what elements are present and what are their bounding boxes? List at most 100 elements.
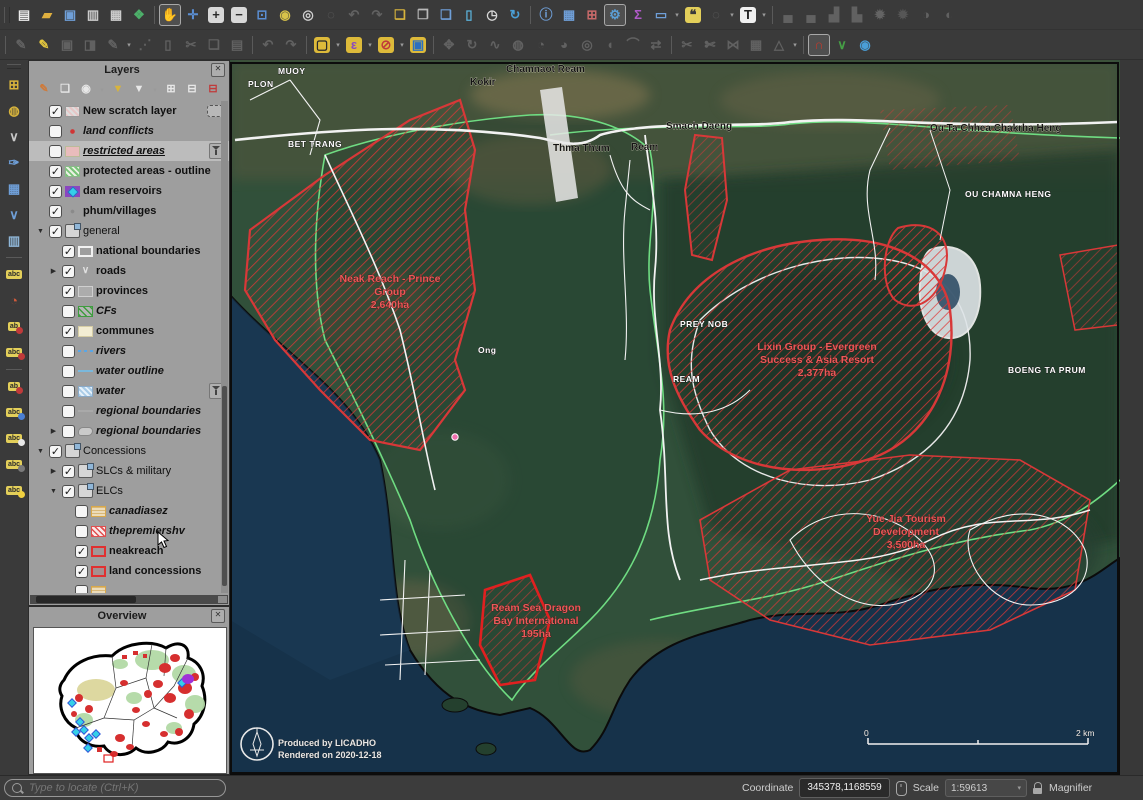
overview-panel-close-icon[interactable]: ✕ [211, 609, 225, 623]
processing-toolbox-button[interactable]: ⚙ [604, 4, 626, 26]
advanced-digitizing-button-dropdown[interactable]: ▾ [125, 34, 133, 56]
new-bookmark-button[interactable]: ❏ [389, 4, 411, 26]
open-layer-styling-button[interactable]: ✎ [35, 81, 53, 99]
layer-row[interactable]: ✓New scratch layer [29, 101, 229, 121]
locator-box[interactable] [4, 779, 226, 797]
expander-icon[interactable]: ▼ [35, 448, 46, 455]
layers-horizontal-scrollbar[interactable] [30, 595, 228, 604]
zoom-full-button[interactable]: ⊡ [251, 4, 273, 26]
select-features-button[interactable]: ▢ [311, 34, 333, 56]
measure-button[interactable]: ▭ [650, 4, 672, 26]
select-by-value-button[interactable]: ▣ [407, 34, 429, 56]
zoom-to-layer-button[interactable]: ◎ [297, 4, 319, 26]
layer-visibility-checkbox[interactable]: ✓ [62, 485, 75, 498]
layer-visibility-checkbox[interactable]: ✓ [62, 265, 75, 278]
scale-combobox[interactable]: 1:59613 ▾ [945, 779, 1027, 797]
layer-visibility-checkbox[interactable]: ✓ [75, 545, 88, 558]
new-mesh-layer-button[interactable]: ▦ [2, 177, 26, 200]
layer-group-row[interactable]: ▼✓Concessions [29, 441, 229, 461]
locator-input[interactable] [27, 781, 201, 795]
layer-visibility-checkbox[interactable] [49, 125, 62, 138]
db-manager-button[interactable]: ▥ [2, 229, 26, 252]
vertex-tool-button[interactable]: ∨ [831, 34, 853, 56]
geocoder-button-dropdown[interactable]: ▾ [728, 4, 736, 26]
layers-hscroll-button[interactable] [218, 596, 227, 603]
change-label-button[interactable]: abc [2, 479, 26, 502]
expander-icon[interactable]: ▶ [48, 427, 59, 435]
layer-visibility-checkbox[interactable]: ✓ [49, 165, 62, 178]
layer-visibility-checkbox[interactable]: ✓ [62, 465, 75, 478]
layer-visibility-checkbox[interactable]: ✓ [49, 185, 62, 198]
layer-row[interactable]: water outline [29, 361, 229, 381]
layer-visibility-checkbox[interactable] [75, 505, 88, 518]
layer-visibility-checkbox[interactable] [62, 305, 75, 318]
zoom-to-selection-button[interactable]: ◉ [274, 4, 296, 26]
layer-visibility-checkbox[interactable] [49, 145, 62, 158]
layer-row[interactable]: CFs [29, 301, 229, 321]
refresh-map-button[interactable]: ↻ [504, 4, 526, 26]
field-calculator-button[interactable]: ⊞ [581, 4, 603, 26]
layer-row[interactable]: restricted areas [29, 141, 229, 161]
eye-tool-button[interactable]: ◉ [854, 34, 876, 56]
open-project-button[interactable]: ▰ [36, 4, 58, 26]
pin-unpin-labels-button[interactable]: ab [2, 375, 26, 398]
layers-panel-close-icon[interactable]: ✕ [211, 63, 225, 77]
select-by-expression-button[interactable]: ε [343, 34, 365, 56]
layer-row[interactable]: regional boundaries [29, 401, 229, 421]
identify-features-button[interactable]: ⓘ [535, 4, 557, 26]
manage-map-themes-button[interactable]: ◉ [77, 81, 95, 99]
layer-row[interactable]: ✓neakreach [29, 541, 229, 561]
expander-icon[interactable]: ▼ [48, 488, 59, 495]
new-geopackage-layer-button[interactable]: ✑ [2, 151, 26, 174]
pan-map-button[interactable]: ✋ [159, 4, 181, 26]
layer-labeling-options-button[interactable]: abc [2, 263, 26, 286]
layer-group-row[interactable]: ▼✓general [29, 221, 229, 241]
measure-button-dropdown[interactable]: ▾ [673, 4, 681, 26]
coordinate-value[interactable]: 345378,1168559 [799, 778, 889, 798]
new-map-view-button[interactable]: ❑ [435, 4, 457, 26]
layer-group-row[interactable]: ▶✓SLCs & military [29, 461, 229, 481]
deselect-all-button[interactable]: ⊘ [375, 34, 397, 56]
data-source-manager-button[interactable]: ⊞ [2, 73, 26, 96]
rotate-label-button[interactable]: abc [2, 453, 26, 476]
layer-diagram-options-button[interactable]: ◔ [2, 289, 26, 312]
layer-visibility-checkbox[interactable] [62, 345, 75, 358]
new-project-button[interactable]: ▤ [13, 4, 35, 26]
bookmark-manager-button[interactable]: ▯ [458, 4, 480, 26]
filter-by-expression-button-dropdown[interactable]: ▾ [151, 79, 159, 101]
show-bookmarks-button[interactable]: ❐ [412, 4, 434, 26]
layer-row[interactable]: thepremiershv [29, 521, 229, 541]
remove-layer-button[interactable]: ⊟ [204, 81, 222, 99]
layer-row[interactable]: water [29, 381, 229, 401]
layer-visibility-checkbox[interactable] [62, 365, 75, 378]
text-annotation-button[interactable]: T [737, 4, 759, 26]
layer-visibility-checkbox[interactable] [62, 385, 75, 398]
add-group-button[interactable]: ❏ [56, 81, 74, 99]
layer-row[interactable]: ✓protected areas - outline [29, 161, 229, 181]
mouse-extents-toggle-icon[interactable] [896, 781, 907, 796]
layer-visibility-checkbox[interactable]: ✓ [49, 225, 62, 238]
deselect-all-button-dropdown[interactable]: ▾ [398, 34, 406, 56]
layer-visibility-checkbox[interactable] [75, 585, 88, 594]
layer-row[interactable]: ✓land concessions [29, 561, 229, 581]
new-shapefile-layer-button[interactable]: ∨ [2, 125, 26, 148]
toggle-editing-button[interactable]: ✎ [33, 34, 55, 56]
layer-row[interactable]: ✓dam reservoirs [29, 181, 229, 201]
temporal-controller-button[interactable]: ◷ [481, 4, 503, 26]
layer-row[interactable]: ✓communes [29, 321, 229, 341]
expander-icon[interactable]: ▼ [35, 228, 46, 235]
layer-visibility-checkbox[interactable]: ✓ [62, 325, 75, 338]
layer-row[interactable]: canadiasez [29, 501, 229, 521]
pan-to-selection-button[interactable]: ✛ [182, 4, 204, 26]
layer-visibility-checkbox[interactable]: ✓ [62, 245, 75, 258]
filter-legend-button[interactable]: ▼ [109, 81, 127, 99]
new-virtual-layer-button[interactable]: ∨ [2, 203, 26, 226]
layer-visibility-checkbox[interactable]: ✓ [75, 565, 88, 578]
select-features-button-dropdown[interactable]: ▾ [334, 34, 342, 56]
layer-row[interactable]: rivers [29, 341, 229, 361]
expand-all-button[interactable]: ⊞ [162, 81, 180, 99]
rotate-point-symbols-button-dropdown[interactable]: ▾ [791, 34, 799, 56]
layers-hscroll-thumb[interactable] [36, 596, 136, 603]
collapse-all-button[interactable]: ⊟ [183, 81, 201, 99]
move-label-button[interactable]: abc [2, 427, 26, 450]
